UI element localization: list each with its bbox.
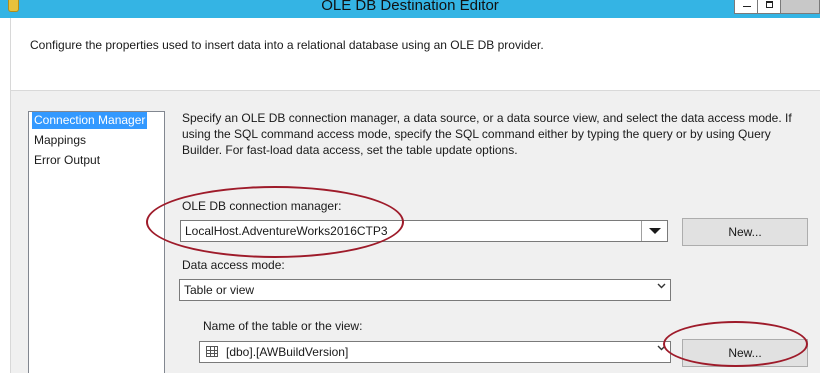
connection-manager-combo[interactable]: LocalHost.AdventureWorks2016CTP3 <box>180 220 668 242</box>
connection-manager-label: OLE DB connection manager: <box>182 199 342 213</box>
table-name-combo[interactable]: [dbo].[AWBuildVersion] <box>199 341 671 363</box>
table-name-label: Name of the table or the view: <box>203 319 363 333</box>
nav-item-error-output[interactable]: Error Output <box>32 152 102 169</box>
header-panel <box>10 18 820 90</box>
minimize-button[interactable] <box>734 0 758 14</box>
new-table-button[interactable]: New... <box>682 339 808 367</box>
page-nav-list: Connection Manager Mappings Error Output <box>28 111 165 373</box>
close-button[interactable] <box>780 0 820 14</box>
table-icon <box>206 346 218 357</box>
data-access-mode-combo[interactable]: Table or view <box>179 279 671 301</box>
table-name-value: [dbo].[AWBuildVersion] <box>226 345 349 359</box>
ole-db-destination-editor-window: OLE DB Destination Editor Configure the … <box>0 0 820 373</box>
nav-item-connection-manager[interactable]: Connection Manager <box>32 112 148 129</box>
connection-manager-dropdown-button[interactable] <box>641 221 667 241</box>
data-access-mode-value: Table or view <box>184 283 255 297</box>
data-access-mode-label: Data access mode: <box>182 258 285 272</box>
maximize-button[interactable] <box>757 0 781 14</box>
dropdown-arrow-icon <box>649 228 661 234</box>
connection-manager-value: LocalHost.AdventureWorks2016CTP3 <box>185 224 388 238</box>
new-connection-button[interactable]: New... <box>682 218 808 246</box>
chevron-down-icon <box>657 345 666 351</box>
minimize-icon <box>743 6 751 7</box>
maximize-icon <box>766 1 773 8</box>
header-description: Configure the properties used to insert … <box>30 38 544 52</box>
chevron-down-icon <box>657 283 666 289</box>
nav-item-mappings[interactable]: Mappings <box>32 132 88 149</box>
window-title: OLE DB Destination Editor <box>321 0 499 14</box>
instructions-text: Specify an OLE DB connection manager, a … <box>182 111 792 157</box>
title-bar[interactable]: OLE DB Destination Editor <box>0 0 820 18</box>
